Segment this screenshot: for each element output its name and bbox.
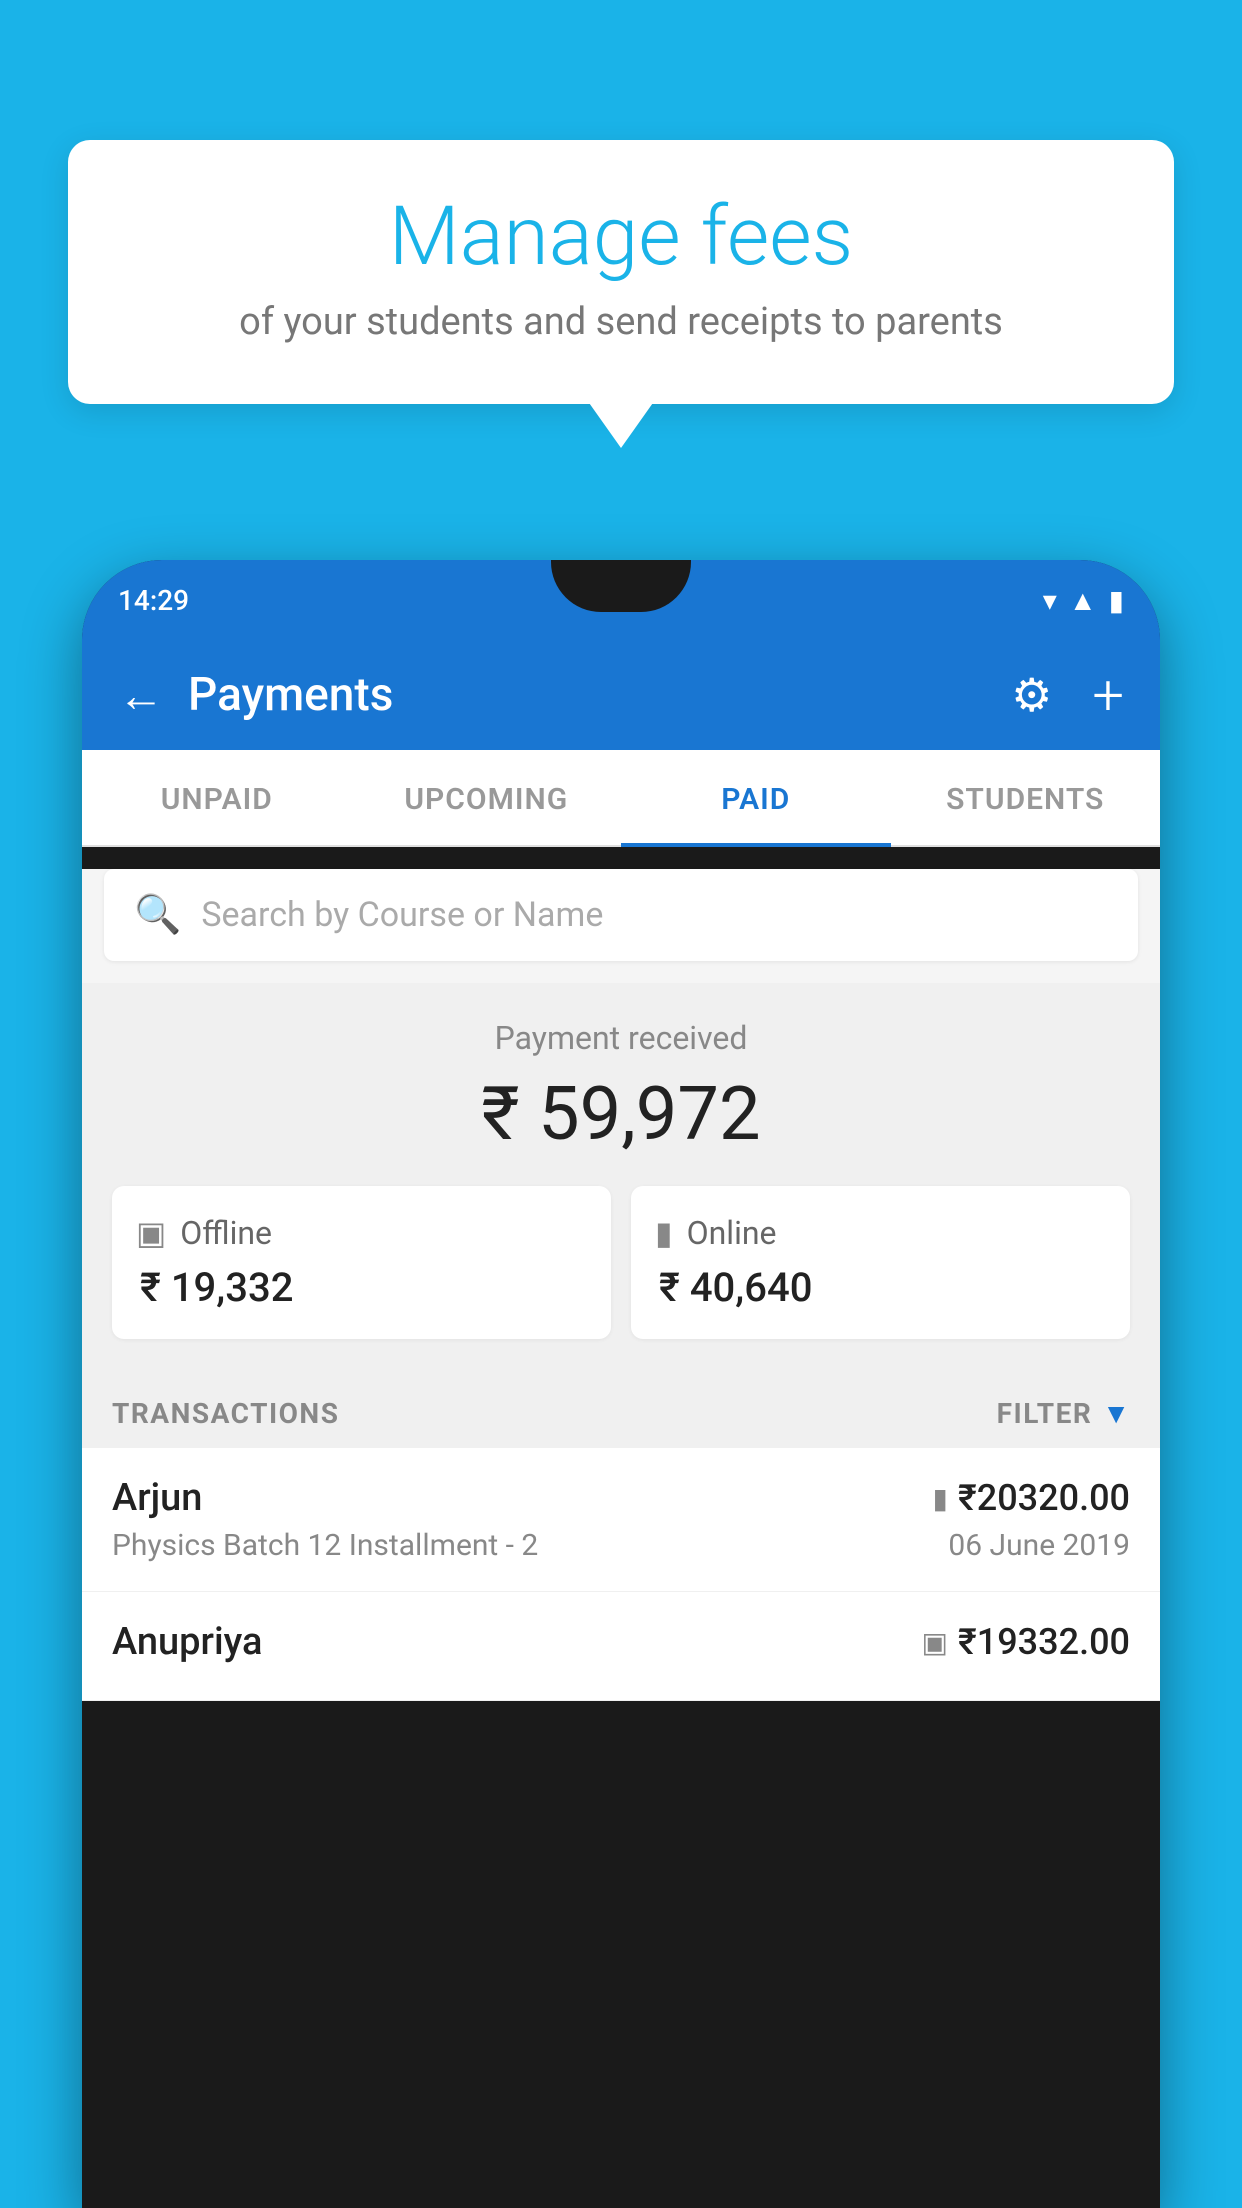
signal-icon: ▲ xyxy=(1069,584,1097,617)
status-icons: ▾ ▲ ▮ xyxy=(1043,584,1124,617)
transaction-row-top: Anupriya ▣ ₹19332.00 xyxy=(112,1620,1130,1664)
phone-mockup: 14:29 ▾ ▲ ▮ ← Payments ⚙ + UNPAID UPCOMI… xyxy=(82,560,1160,2208)
online-card: ▮ Online ₹ 40,640 xyxy=(631,1186,1130,1339)
back-button[interactable]: ← xyxy=(118,668,164,723)
app-header: ← Payments ⚙ + xyxy=(82,640,1160,750)
online-amount: ₹ 40,640 xyxy=(659,1264,1106,1311)
tab-upcoming[interactable]: UPCOMING xyxy=(352,750,622,845)
page-title: Payments xyxy=(188,668,987,722)
add-button[interactable]: + xyxy=(1092,662,1124,728)
payment-cards: ▣ Offline ₹ 19,332 ▮ Online ₹ 40,640 xyxy=(112,1186,1130,1339)
payment-received-label: Payment received xyxy=(112,1019,1130,1057)
filter-button[interactable]: FILTER ▼ xyxy=(997,1397,1130,1430)
online-label: Online xyxy=(687,1214,777,1252)
tab-students[interactable]: STUDENTS xyxy=(891,750,1161,845)
speech-bubble: Manage fees of your students and send re… xyxy=(68,140,1174,404)
transaction-row-top: Arjun ▮ ₹20320.00 xyxy=(112,1476,1130,1520)
transaction-name: Anupriya xyxy=(112,1620,262,1664)
transactions-label: TRANSACTIONS xyxy=(112,1397,339,1430)
tab-unpaid[interactable]: UNPAID xyxy=(82,750,352,845)
online-card-header: ▮ Online xyxy=(655,1214,1106,1252)
offline-card-header: ▣ Offline xyxy=(136,1214,587,1252)
offline-amount: ₹ 19,332 xyxy=(140,1264,587,1311)
transaction-course: Physics Batch 12 Installment - 2 xyxy=(112,1528,538,1563)
app-content: 🔍 Search by Course or Name Payment recei… xyxy=(82,869,1160,1701)
transaction-date: 06 June 2019 xyxy=(948,1528,1130,1563)
offline-payment-icon: ▣ xyxy=(922,1626,948,1659)
transaction-amount: ₹19332.00 xyxy=(958,1621,1130,1663)
tab-bar: UNPAID UPCOMING PAID STUDENTS xyxy=(82,750,1160,847)
transaction-amount-wrap: ▮ ₹20320.00 xyxy=(933,1477,1130,1519)
table-row[interactable]: Anupriya ▣ ₹19332.00 xyxy=(82,1592,1160,1701)
search-bar[interactable]: 🔍 Search by Course or Name xyxy=(104,869,1138,961)
search-input[interactable]: Search by Course or Name xyxy=(201,895,603,935)
offline-card: ▣ Offline ₹ 19,332 xyxy=(112,1186,611,1339)
bubble-subtitle: of your students and send receipts to pa… xyxy=(128,300,1114,344)
offline-icon: ▣ xyxy=(136,1214,166,1252)
offline-label: Offline xyxy=(180,1214,272,1252)
transaction-amount: ₹20320.00 xyxy=(958,1477,1130,1519)
filter-label: FILTER xyxy=(997,1397,1093,1430)
settings-icon[interactable]: ⚙ xyxy=(1011,668,1052,723)
online-payment-icon: ▮ xyxy=(933,1482,948,1515)
transaction-amount-wrap: ▣ ₹19332.00 xyxy=(922,1621,1131,1663)
tab-paid[interactable]: PAID xyxy=(621,750,891,845)
search-icon: 🔍 xyxy=(134,893,181,937)
payment-summary: Payment received ₹ 59,972 ▣ Offline ₹ 19… xyxy=(82,983,1160,1369)
payment-total: ₹ 59,972 xyxy=(112,1071,1130,1158)
battery-icon: ▮ xyxy=(1109,584,1124,617)
bubble-title: Manage fees xyxy=(128,192,1114,282)
online-icon: ▮ xyxy=(655,1214,673,1252)
wifi-icon: ▾ xyxy=(1043,584,1057,617)
status-time: 14:29 xyxy=(118,584,189,617)
transaction-row-bottom: Physics Batch 12 Installment - 2 06 June… xyxy=(112,1528,1130,1563)
filter-icon: ▼ xyxy=(1102,1397,1130,1430)
table-row[interactable]: Arjun ▮ ₹20320.00 Physics Batch 12 Insta… xyxy=(82,1448,1160,1592)
transactions-header: TRANSACTIONS FILTER ▼ xyxy=(82,1369,1160,1448)
transaction-name: Arjun xyxy=(112,1476,202,1520)
